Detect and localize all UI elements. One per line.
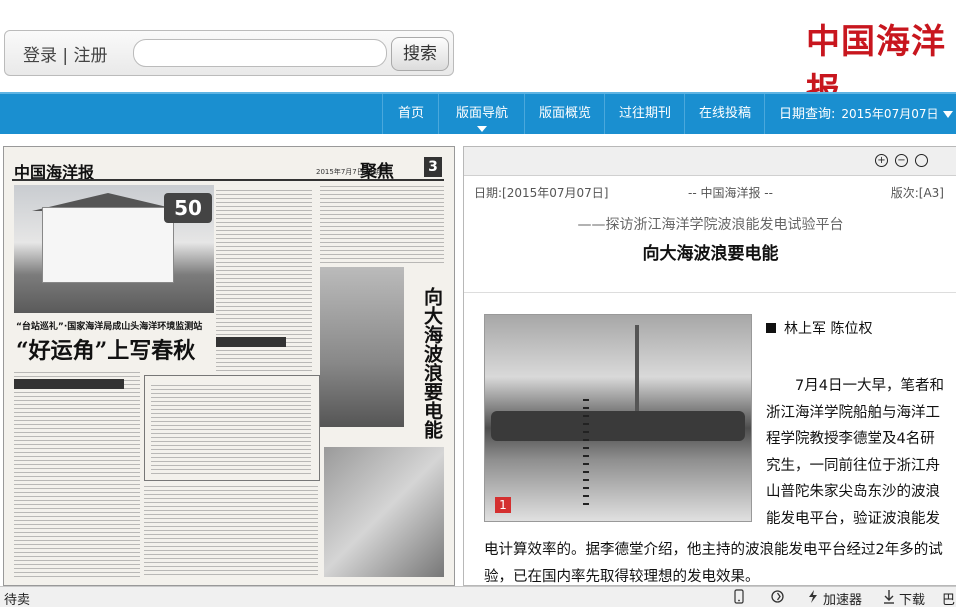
divider <box>464 292 956 293</box>
subheading-bar <box>216 337 286 347</box>
reset-zoom-icon[interactable] <box>915 154 928 167</box>
article-panel: + − 日期:[2015年07月07日] -- 中国海洋报 -- 版次:[A3]… <box>463 146 956 586</box>
nav-home[interactable]: 首页 <box>382 94 439 134</box>
phone-icon[interactable] <box>734 589 744 608</box>
browser-status-bar: 待卖 加速器 下载 巴 <box>0 586 956 608</box>
article-authors: 林上军 陈位权 <box>766 318 872 338</box>
article-edition: 版次:[A3] <box>890 186 944 200</box>
article-date: 日期:[2015年07月07日] <box>474 186 609 200</box>
more-label[interactable]: 巴 <box>942 589 955 608</box>
paper-page-number: 3 <box>424 157 442 177</box>
accelerator-icon[interactable] <box>806 589 820 608</box>
text-column[interactable] <box>144 483 318 577</box>
photo-mast-shape <box>635 325 639 415</box>
search-button[interactable]: 搜索 <box>391 37 449 71</box>
chevron-down-icon[interactable] <box>943 111 953 118</box>
station-photo[interactable]: 50 <box>14 185 214 313</box>
download-label[interactable]: 下载 <box>899 589 925 608</box>
article-body-paragraph: 7月4日一大早，笔者和浙江海洋学院船舶与海洋工程学院教授李德堂及4名研究生，一同… <box>766 378 944 527</box>
nav-page-navigation[interactable]: 版面导航 <box>438 94 525 134</box>
newspaper-page-view[interactable]: 中国海洋报 2015年7月7日 星期二 聚焦 3 50 “台站巡礼”·国家海洋局… <box>3 146 455 586</box>
text-column[interactable] <box>14 369 140 577</box>
download-icon[interactable] <box>882 589 896 608</box>
article-title: 向大海波浪要电能 <box>642 244 779 264</box>
text-column[interactable] <box>320 183 444 263</box>
main-nav: 首页 版面导航 版面概览 过往期刊 在线投稿 日期查询: 2015年07月07日 <box>0 92 956 134</box>
station-building-shape <box>42 207 174 283</box>
top-header: 登录 | 注册 搜索 中国海洋报 <box>0 0 956 111</box>
anniversary-badge: 50 <box>164 193 212 223</box>
status-text: 待卖 <box>4 593 31 608</box>
photo-platform-shape <box>491 411 745 441</box>
refresh-icon[interactable] <box>770 589 785 608</box>
photo-number-badge: 1 <box>495 497 511 513</box>
nav-past-issues[interactable]: 过往期刊 <box>604 94 685 134</box>
date-query[interactable]: 日期查询: 2015年07月07日 <box>764 94 938 134</box>
platform-photo[interactable] <box>320 267 404 427</box>
article-subtitle: ——探访浙江海洋学院波浪能发电试验平台 <box>577 217 844 233</box>
nav-online-submission[interactable]: 在线投稿 <box>684 94 765 134</box>
paper-sub-headline[interactable]: “台站巡礼”·国家海洋局成山头海洋环境监测站 <box>16 319 202 332</box>
article-source: -- 中国海洋报 -- <box>688 186 773 200</box>
nav-page-overview[interactable]: 版面概览 <box>524 94 605 134</box>
login-register-links: 登录 | 注册 <box>23 41 108 66</box>
paper-main-headline[interactable]: “好运角”上写春秋 <box>16 333 195 365</box>
photo-ladder-shape <box>583 399 589 509</box>
article-photo[interactable]: 1 <box>484 314 752 522</box>
zoom-out-icon[interactable]: − <box>895 154 908 167</box>
author-names: 林上军 陈位权 <box>784 321 873 337</box>
paper-vertical-title[interactable]: 向大海波浪要电能 <box>408 287 443 439</box>
link-separator: | <box>62 46 74 66</box>
platform-photo-2[interactable] <box>324 447 444 577</box>
paper-rule <box>12 179 444 181</box>
date-query-label: 日期查询: <box>779 107 836 122</box>
zoom-in-icon[interactable]: + <box>875 154 888 167</box>
bullet-square-icon <box>766 323 776 333</box>
search-input[interactable] <box>133 39 387 67</box>
pull-quote-text <box>151 382 311 474</box>
pull-quote-box[interactable] <box>144 375 320 481</box>
register-link[interactable]: 注册 <box>74 46 108 66</box>
article-toolbar: + − <box>464 147 956 176</box>
subheading-bar <box>14 379 124 389</box>
accelerator-label[interactable]: 加速器 <box>823 589 862 608</box>
login-link[interactable]: 登录 <box>23 46 57 66</box>
article-body-continued: 电计算效率的。据李德堂介绍，他主持的波浪能发电平台经过2年多的试验，已在国内率先… <box>484 542 943 585</box>
login-search-box: 登录 | 注册 搜索 <box>4 30 454 76</box>
date-query-value[interactable]: 2015年07月07日 <box>841 107 938 121</box>
